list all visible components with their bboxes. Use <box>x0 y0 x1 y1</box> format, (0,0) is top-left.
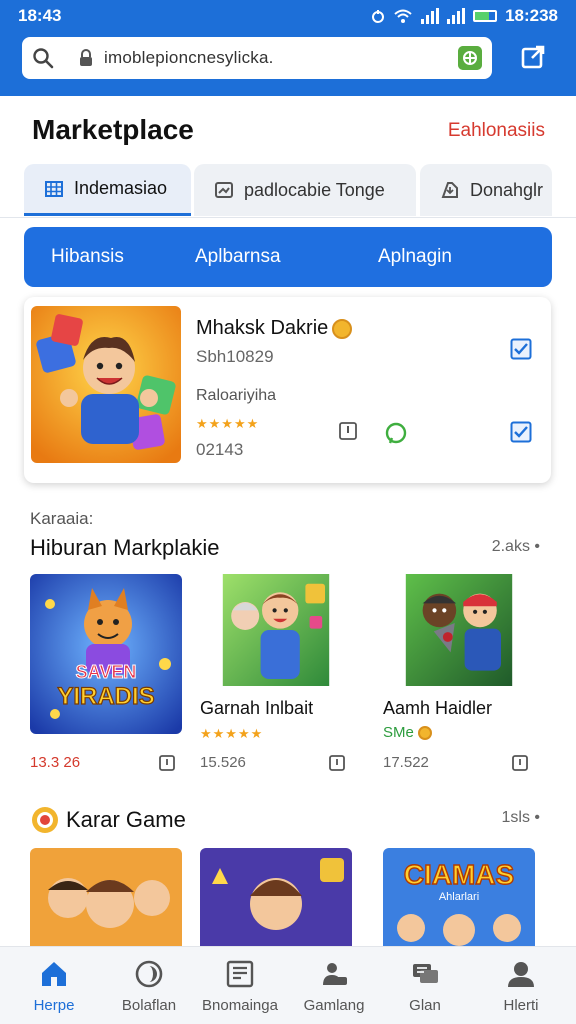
featured-app-card[interactable]: Mhaksk Dakrie Sbh10829 Raloariyiha ★★★★★… <box>24 297 551 483</box>
star-rating: ★★★★★ <box>196 416 260 431</box>
url-bar[interactable]: imoblepioncnesylicka. <box>22 37 492 79</box>
bookmark-icon[interactable] <box>511 754 529 772</box>
nav-bolaflan[interactable]: Bolaflan <box>101 947 197 1024</box>
app-card-image[interactable] <box>200 574 352 686</box>
tab-bar: Indemasiao padlocabie Tonge Donahglr <box>0 164 576 218</box>
app-price: 15.526 <box>200 754 246 771</box>
battery-icon <box>473 10 498 22</box>
app-card[interactable]: Garnah Inlbait ★★★★★ 15.526 <box>200 574 352 771</box>
tab-label: Donahglr <box>470 179 544 200</box>
tab-padlocabie[interactable]: padlocabie Tonge <box>194 164 416 216</box>
status-icons: 18:238 <box>371 6 558 26</box>
category-aplbarnsa[interactable]: Aplbarnsa <box>195 246 281 268</box>
nav-glan[interactable]: Glan <box>377 947 473 1024</box>
app-name[interactable]: Aamh Haidler <box>383 698 492 719</box>
coin-icon <box>332 318 353 339</box>
lock-icon <box>80 49 92 66</box>
status-bar: 18:43 18:238 <box>0 0 576 32</box>
category-bar: Hibansis Aplbarnsa Aplnagin <box>24 227 552 287</box>
star-rating: ★★★★★ <box>200 726 264 741</box>
featured-app-id: Sbh10829 <box>196 347 274 366</box>
banner-text-1: CIAMAS <box>404 859 514 890</box>
image-icon <box>215 182 233 198</box>
featured-app-category: Raloariyiha <box>196 387 277 404</box>
bottom-nav: Herpe Bolaflan Bnomainga Gamlang Glan Hl… <box>0 946 576 1024</box>
app-subtitle-text: SMe <box>383 724 414 741</box>
home-icon <box>42 962 66 986</box>
chat-icon <box>413 964 438 983</box>
nav-bnomainga[interactable]: Bnomainga <box>192 947 288 1024</box>
app-card-image[interactable]: SAVEN YIRADIS <box>30 574 182 734</box>
app-card[interactable]: SAVEN YIRADIS 13.3 26 <box>30 574 182 771</box>
nav-label: Hlerti <box>503 997 539 1014</box>
wifi-icon <box>394 9 412 23</box>
section-title-text: Karar Game <box>66 807 186 832</box>
section-more-link[interactable]: 1sls • <box>502 809 541 827</box>
section-more-link[interactable]: 2.aks • <box>492 538 540 556</box>
app-subtitle: SMe <box>383 724 433 741</box>
featured-app-name-text: Mhaksk Dakrie <box>196 317 329 339</box>
section-title: Hiburan Markplakie <box>30 535 220 560</box>
nav-label: Gamlang <box>303 997 365 1014</box>
nav-label: Bolaflan <box>121 997 177 1014</box>
nav-hlerti[interactable]: Hlerti <box>473 947 569 1024</box>
new-tab-icon[interactable] <box>520 44 546 70</box>
tab-indemasiao[interactable]: Indemasiao <box>24 164 191 216</box>
app-price: 17.522 <box>383 754 429 771</box>
category-hibansis[interactable]: Hibansis <box>51 246 124 268</box>
tab-label: padlocabie Tonge <box>244 179 385 200</box>
section-title: Karar Game <box>30 805 186 835</box>
whatsapp-icon[interactable] <box>384 421 408 447</box>
nav-label: Herpe <box>33 997 75 1014</box>
tab-donahglr[interactable]: Donahglr <box>420 164 552 216</box>
grid-icon <box>45 180 63 197</box>
nav-label: Glan <box>409 997 441 1014</box>
compass-icon <box>135 960 163 988</box>
newspaper-icon <box>226 960 254 988</box>
tab-label: Indemasiao <box>74 178 168 198</box>
bookmark-icon[interactable] <box>158 754 176 772</box>
header-link[interactable]: Eahlonasiis <box>448 120 545 142</box>
app-price: 13.3 26 <box>30 754 81 771</box>
badge-icon <box>32 807 58 833</box>
url-text[interactable]: imoblepioncnesylicka. <box>104 48 274 68</box>
signal-icon <box>421 8 440 24</box>
profile-icon <box>508 962 534 987</box>
page-title: Marketplace <box>32 114 194 145</box>
download-icon <box>441 182 458 198</box>
nav-gamlang[interactable]: Gamlang <box>286 947 382 1024</box>
status-time: 18:43 <box>18 6 62 25</box>
bookmark-icon[interactable] <box>328 754 346 772</box>
gamepad-icon <box>323 963 347 985</box>
extension-icon[interactable] <box>458 46 482 70</box>
app-card[interactable]: Aamh Haidler SMe 17.522 <box>383 574 535 771</box>
signal-2-icon <box>447 8 466 24</box>
checkbox-icon[interactable] <box>510 421 532 443</box>
status-time-right: 18:238 <box>505 6 558 25</box>
browser-top-bar: 18:43 18:238 imoblepioncnesylicka. <box>0 0 576 96</box>
art-text-2: YIRADIS <box>57 683 154 710</box>
report-icon[interactable] <box>338 421 358 441</box>
coin-icon <box>418 726 433 741</box>
featured-app-name[interactable]: Mhaksk Dakrie <box>196 317 353 340</box>
game-banner[interactable] <box>30 848 182 948</box>
section-kicker: Karaaia: <box>30 509 94 528</box>
alarm-icon <box>372 10 385 23</box>
game-banner[interactable]: CIAMAS Ahlarlari <box>383 848 535 948</box>
banner-text-2: Ahlarlari <box>439 891 479 903</box>
game-banner[interactable] <box>200 848 352 948</box>
checkbox-icon[interactable] <box>510 338 532 360</box>
app-name[interactable]: Garnah Inlbait <box>200 698 313 719</box>
featured-app-count: 02143 <box>196 440 244 459</box>
category-aplnagin[interactable]: Aplnagin <box>378 246 452 268</box>
featured-app-thumbnail[interactable] <box>31 306 181 463</box>
app-card-image[interactable] <box>383 574 535 686</box>
search-icon[interactable] <box>32 47 54 69</box>
nav-label: Bnomainga <box>202 997 278 1014</box>
nav-home[interactable]: Herpe <box>6 947 102 1024</box>
art-text-1: SAVEN <box>76 662 137 682</box>
